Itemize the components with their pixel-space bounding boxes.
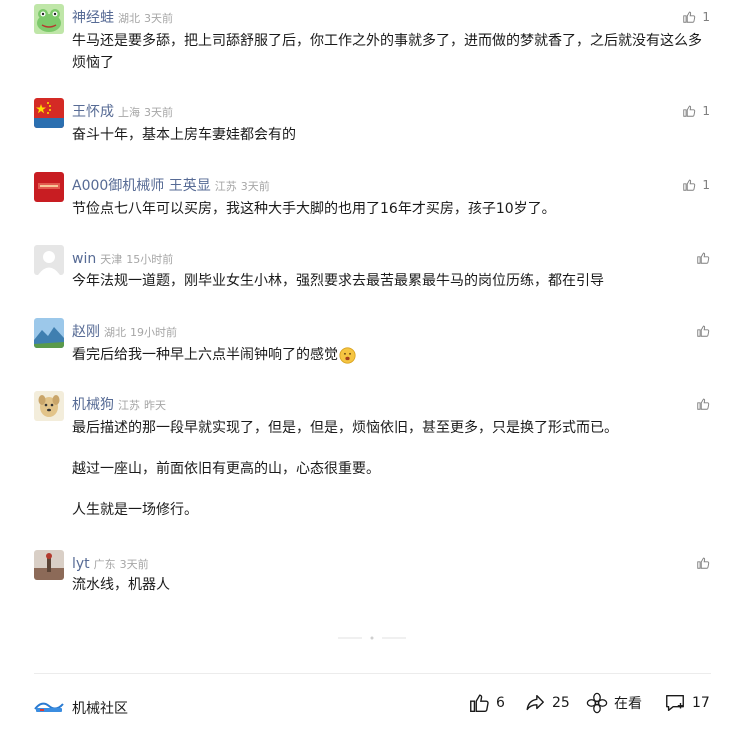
comment-paragraph: 节俭点七八年可以买房，我这种大手大脚的也用了16年才买房，孩子10岁了。	[72, 201, 556, 217]
comment-time: 3天前	[240, 180, 270, 193]
like-button[interactable]	[696, 556, 710, 570]
commenter-name[interactable]: A000御机械师 王英显	[72, 178, 211, 194]
comment-time: 3天前	[119, 558, 149, 571]
comment-meta: 王怀成 上海 3天前	[72, 104, 173, 121]
avatar[interactable]	[34, 4, 64, 34]
avatar[interactable]	[34, 172, 64, 202]
share-icon	[526, 694, 544, 711]
avatar[interactable]	[34, 98, 64, 128]
thumbs-up-icon	[697, 252, 710, 264]
end-of-list-divider	[338, 636, 406, 640]
commenter-name[interactable]: lyt	[72, 556, 90, 572]
comment-paragraph: 牛马还是要多舔，把上司舔舒服了后，你工作之外的事就多了，进而做的梦就香了，之后就…	[72, 33, 702, 71]
comment-meta: 机械狗 江苏 昨天	[72, 397, 166, 414]
comment-text: 奋斗十年，基本上房车妻娃都会有的	[72, 124, 712, 158]
like-button[interactable]	[696, 397, 710, 411]
article-footer: 机械社区 6 25 在看 17	[34, 688, 710, 724]
like-count: 1	[702, 10, 710, 24]
commenter-location: 江苏	[214, 180, 237, 193]
comment-meta: 神经蛙 湖北 3天前	[72, 10, 173, 27]
avatar[interactable]	[34, 391, 64, 421]
thumbs-up-icon	[683, 11, 696, 23]
comment-text: 节俭点七八年可以买房，我这种大手大脚的也用了16年才买房，孩子10岁了。	[72, 198, 712, 232]
thumbs-up-icon	[697, 557, 710, 569]
commenter-name[interactable]: 机械狗	[72, 397, 114, 413]
comment-time: 3天前	[144, 12, 173, 25]
comment-paragraph: 最后描述的那一段早就实现了，但是，但是，烦恼依旧，甚至更多，只是换了形式而已。	[72, 420, 618, 436]
comment-plus-icon	[666, 694, 684, 712]
commenter-location: 上海	[118, 106, 140, 119]
avatar[interactable]	[34, 550, 64, 580]
comment-paragraph: 今年法规一道题，刚毕业女生小林，强烈要求去最苦最累最牛马的岗位历练，都在引导	[72, 273, 604, 289]
thumbs-up-icon	[683, 179, 696, 191]
like-count: 1	[702, 104, 710, 118]
brand-name[interactable]: 机械社区	[72, 698, 128, 718]
comment-meta: 赵刚 湖北 19小时前	[72, 324, 177, 341]
commenter-name[interactable]: 王怀成	[72, 104, 114, 120]
commenter-name[interactable]: 赵刚	[72, 324, 100, 340]
footer-comment-count: 17	[692, 695, 710, 711]
like-button[interactable]	[696, 251, 710, 265]
commenter-name[interactable]: win	[72, 251, 96, 267]
commenter-location: 江苏	[118, 399, 140, 412]
like-count: 1	[702, 178, 710, 192]
comment-text: 最后描述的那一段早就实现了，但是，但是，烦恼依旧，甚至更多，只是换了形式而已。 …	[72, 417, 712, 533]
comment-paragraph: 人生就是一场修行。	[72, 502, 198, 518]
comment-text: 看完后给我一种早上六点半闹钟响了的感觉	[72, 344, 712, 378]
like-button[interactable]: 1	[682, 178, 710, 192]
thumbs-up-icon	[697, 325, 710, 337]
thumbs-up-icon	[683, 105, 696, 117]
thumbs-up-icon	[470, 694, 489, 712]
commenter-location: 湖北	[104, 326, 126, 339]
comment-text: 牛马还是要多舔，把上司舔舒服了后，你工作之外的事就多了，进而做的梦就香了，之后就…	[72, 30, 712, 86]
commenter-location: 广东	[93, 558, 116, 571]
footer-watch-button[interactable]: 在看	[586, 692, 642, 714]
like-button[interactable]: 1	[682, 104, 710, 118]
comment-time: 3天前	[144, 106, 173, 119]
commenter-location: 天津	[100, 253, 123, 266]
commenter-location: 湖北	[118, 12, 140, 25]
comment-paragraph: 奋斗十年，基本上房车妻娃都会有的	[72, 127, 296, 143]
footer-watch-label: 在看	[614, 696, 642, 712]
like-button[interactable]: 1	[682, 10, 710, 24]
comment-paragraph: 看完后给我一种早上六点半闹钟响了的感觉	[72, 344, 712, 366]
avatar[interactable]	[34, 318, 64, 348]
comment-time: 15小时前	[126, 253, 174, 266]
footer-share-button[interactable]: 25	[524, 692, 570, 714]
footer-like-count: 6	[496, 695, 505, 711]
comment-meta: lyt 广东 3天前	[72, 556, 149, 573]
comment-text: 今年法规一道题，刚毕业女生小林，强烈要求去最苦最累最牛马的岗位历练，都在引导	[72, 270, 712, 304]
comment-paragraph: 流水线，机器人	[72, 577, 170, 593]
commenter-name[interactable]: 神经蛙	[72, 10, 114, 26]
comment-time: 19小时前	[130, 326, 177, 339]
footer-share-count: 25	[552, 695, 570, 711]
like-button[interactable]	[696, 324, 710, 338]
comment-text: 流水线，机器人	[72, 574, 712, 608]
avatar[interactable]	[34, 245, 64, 275]
comment-time: 昨天	[144, 399, 166, 412]
thumbs-up-icon	[697, 398, 710, 410]
brand-logo-icon[interactable]	[34, 698, 64, 714]
footer-like-button[interactable]: 6	[468, 692, 505, 714]
comment-meta: A000御机械师 王英显 江苏 3天前	[72, 178, 270, 195]
yawn-emoji-icon	[339, 346, 356, 364]
footer-divider	[34, 673, 711, 674]
footer-comment-button[interactable]: 17	[664, 692, 710, 714]
watching-flower-icon	[586, 692, 608, 714]
comment-paragraph-text: 看完后给我一种早上六点半闹钟响了的感觉	[72, 347, 338, 363]
comment-meta: win 天津 15小时前	[72, 251, 173, 268]
comment-paragraph: 越过一座山，前面依旧有更高的山，心态很重要。	[72, 461, 380, 477]
